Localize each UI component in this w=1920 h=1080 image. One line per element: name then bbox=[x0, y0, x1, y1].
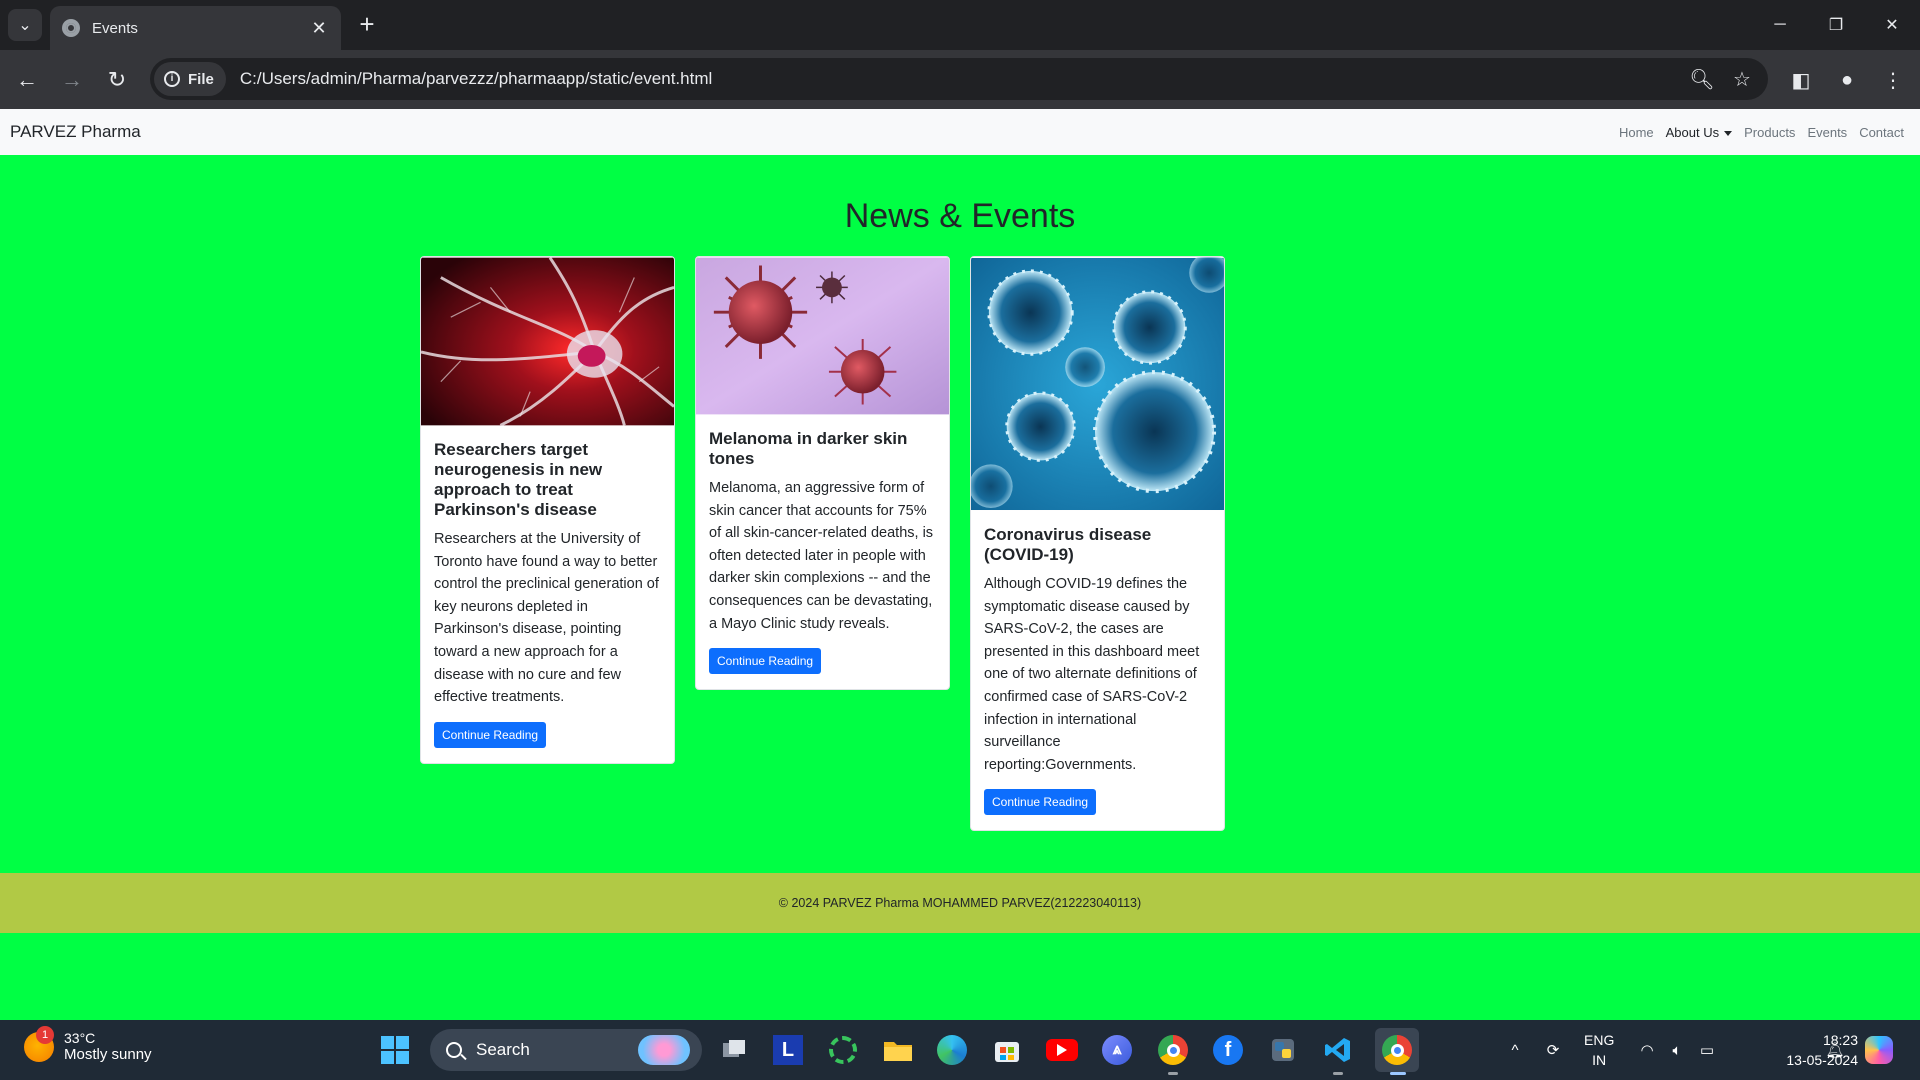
notification-badge: 1 bbox=[36, 1025, 54, 1044]
close-icon[interactable]: ✕ bbox=[309, 18, 329, 39]
site-info-label: File bbox=[188, 70, 214, 88]
menu-kebab-icon[interactable]: ⋮ bbox=[1876, 63, 1910, 97]
lotus-highlight-icon bbox=[638, 1035, 690, 1065]
triangle-app-icon[interactable]: ⩓ bbox=[1099, 1032, 1135, 1068]
page-heading: News & Events bbox=[844, 197, 1076, 235]
window-controls: ─ ❐ ✕ bbox=[1752, 0, 1920, 50]
browser-toolbar: ← → ↻ i File C:/Users/admin/Pharma/parve… bbox=[0, 50, 1920, 109]
footer-text: © 2024 PARVEZ Pharma MOHAMMED PARVEZ(212… bbox=[778, 896, 1142, 910]
sync-icon[interactable]: ⟳ bbox=[1538, 1020, 1568, 1080]
edge-icon[interactable] bbox=[934, 1032, 970, 1068]
card-text: Researchers at the University of Toronto… bbox=[434, 531, 659, 706]
taskbar: 1 33°C Mostly sunny Search L ⩓ f ^ ⟳ ENG… bbox=[0, 1020, 1920, 1080]
language-indicator[interactable]: ENG IN bbox=[1584, 1030, 1614, 1070]
card-text: Although COVID-19 defines the symptomati… bbox=[984, 576, 1200, 773]
nav-products[interactable]: Products bbox=[1744, 125, 1795, 140]
language-code: ENG bbox=[1584, 1032, 1615, 1048]
zoom-icon[interactable]: 🔍︎ bbox=[1682, 59, 1722, 99]
nav-about-us-label: About Us bbox=[1665, 124, 1720, 140]
wifi-icon[interactable]: ◠ bbox=[1634, 1020, 1660, 1080]
caret-down-icon bbox=[1724, 130, 1733, 136]
card-text: Melanoma, an aggressive form of skin can… bbox=[709, 480, 934, 632]
address-bar[interactable]: i File C:/Users/admin/Pharma/parvezzz/ph… bbox=[150, 58, 1768, 100]
new-tab-button[interactable]: + bbox=[352, 10, 382, 40]
close-window-button[interactable]: ✕ bbox=[1864, 0, 1920, 50]
site-footer: © 2024 PARVEZ Pharma MOHAMMED PARVEZ(212… bbox=[0, 873, 1920, 933]
side-panel-icon[interactable]: ◧ bbox=[1784, 63, 1818, 97]
launcher-l-icon[interactable]: L bbox=[770, 1032, 806, 1068]
weather-temperature: 33°C bbox=[64, 1030, 96, 1046]
tab-title: Events bbox=[92, 19, 138, 37]
bell-icon[interactable]: 🔔︎ bbox=[1822, 1020, 1848, 1080]
coronavirus-image bbox=[971, 257, 1224, 511]
facebook-icon[interactable]: f bbox=[1210, 1032, 1246, 1068]
volume-icon[interactable]: 🔈︎ bbox=[1664, 1020, 1690, 1080]
news-card: Coronavirus disease (COVID-19) Although … bbox=[970, 256, 1225, 832]
sun-icon: 1 bbox=[24, 1025, 54, 1062]
chevron-down-icon: ⌄ bbox=[18, 17, 32, 34]
bookmark-star-icon[interactable]: ☆ bbox=[1722, 59, 1762, 99]
continue-reading-button[interactable]: Continue Reading bbox=[709, 648, 822, 675]
reload-icon: ↻ bbox=[107, 67, 127, 92]
virus-image bbox=[696, 257, 949, 415]
globe-icon bbox=[62, 19, 80, 37]
python-icon[interactable] bbox=[1265, 1032, 1301, 1068]
copilot-icon[interactable] bbox=[1862, 1020, 1896, 1080]
site-navbar: PARVEZ Pharma Home About Us Products Eve… bbox=[0, 109, 1920, 155]
search-placeholder: Search bbox=[476, 1040, 530, 1059]
running-indicator bbox=[1168, 1072, 1178, 1075]
back-button[interactable]: ← bbox=[10, 63, 44, 97]
restore-button[interactable]: ❐ bbox=[1808, 0, 1864, 50]
vscode-icon[interactable] bbox=[1320, 1032, 1356, 1075]
browser-tabstrip: ⌄ Events ✕ + ─ ❐ ✕ bbox=[0, 0, 1920, 50]
minimize-button[interactable]: ─ bbox=[1752, 0, 1808, 50]
search-icon bbox=[446, 1042, 462, 1058]
running-indicator bbox=[1333, 1072, 1343, 1075]
neuron-image bbox=[421, 257, 674, 426]
store-icon[interactable] bbox=[989, 1032, 1025, 1068]
nav-links: Home About Us Products Events Contact bbox=[1619, 109, 1904, 155]
forward-button[interactable]: → bbox=[55, 63, 89, 97]
weather-description: Mostly sunny bbox=[64, 1046, 152, 1063]
card-title: Melanoma in darker skin tones bbox=[709, 429, 908, 468]
file-explorer-icon[interactable] bbox=[880, 1032, 916, 1068]
nav-events[interactable]: Events bbox=[1807, 125, 1847, 140]
tab-search-button[interactable]: ⌄ bbox=[8, 9, 42, 41]
reload-button[interactable]: ↻ bbox=[100, 63, 134, 97]
card-title: Researchers target neurogenesis in new a… bbox=[434, 440, 603, 519]
news-card: Melanoma in darker skin tones Melanoma, … bbox=[695, 256, 950, 691]
nav-about-us-dropdown[interactable]: About Us bbox=[1665, 124, 1733, 140]
chrome-active-icon[interactable] bbox=[1375, 1028, 1419, 1075]
web-page: PARVEZ Pharma Home About Us Products Eve… bbox=[0, 109, 1920, 1020]
battery-icon[interactable]: ▭ bbox=[1694, 1020, 1720, 1080]
site-info-chip[interactable]: i File bbox=[154, 62, 226, 96]
nav-contact[interactable]: Contact bbox=[1859, 125, 1904, 140]
site-brand[interactable]: PARVEZ Pharma bbox=[10, 122, 141, 142]
continue-reading-button[interactable]: Continue Reading bbox=[434, 721, 547, 748]
weather-widget[interactable]: 1 33°C Mostly sunny bbox=[24, 1025, 152, 1063]
running-indicator bbox=[1390, 1072, 1406, 1075]
youtube-icon[interactable] bbox=[1044, 1032, 1080, 1068]
nav-home[interactable]: Home bbox=[1619, 125, 1654, 140]
task-view-icon[interactable] bbox=[716, 1032, 752, 1068]
card-title: Coronavirus disease (COVID-19) bbox=[984, 525, 1152, 564]
taskbar-search[interactable]: Search bbox=[430, 1029, 702, 1071]
arrow-left-icon: ← bbox=[16, 67, 38, 92]
chrome-icon[interactable] bbox=[1155, 1032, 1191, 1075]
info-icon: i bbox=[164, 71, 180, 87]
news-card: Researchers target neurogenesis in new a… bbox=[420, 256, 675, 764]
region-code: IN bbox=[1592, 1052, 1607, 1068]
arrow-right-icon: → bbox=[61, 67, 83, 92]
green-ring-icon[interactable] bbox=[825, 1032, 861, 1068]
browser-tab[interactable]: Events ✕ bbox=[50, 6, 341, 50]
continue-reading-button[interactable]: Continue Reading bbox=[984, 789, 1097, 816]
start-button[interactable] bbox=[381, 1036, 409, 1064]
profile-icon[interactable]: ● bbox=[1830, 63, 1864, 97]
chevron-up-icon[interactable]: ^ bbox=[1500, 1020, 1530, 1080]
url-text[interactable]: C:/Users/admin/Pharma/parvezzz/pharmaapp… bbox=[240, 69, 1682, 89]
